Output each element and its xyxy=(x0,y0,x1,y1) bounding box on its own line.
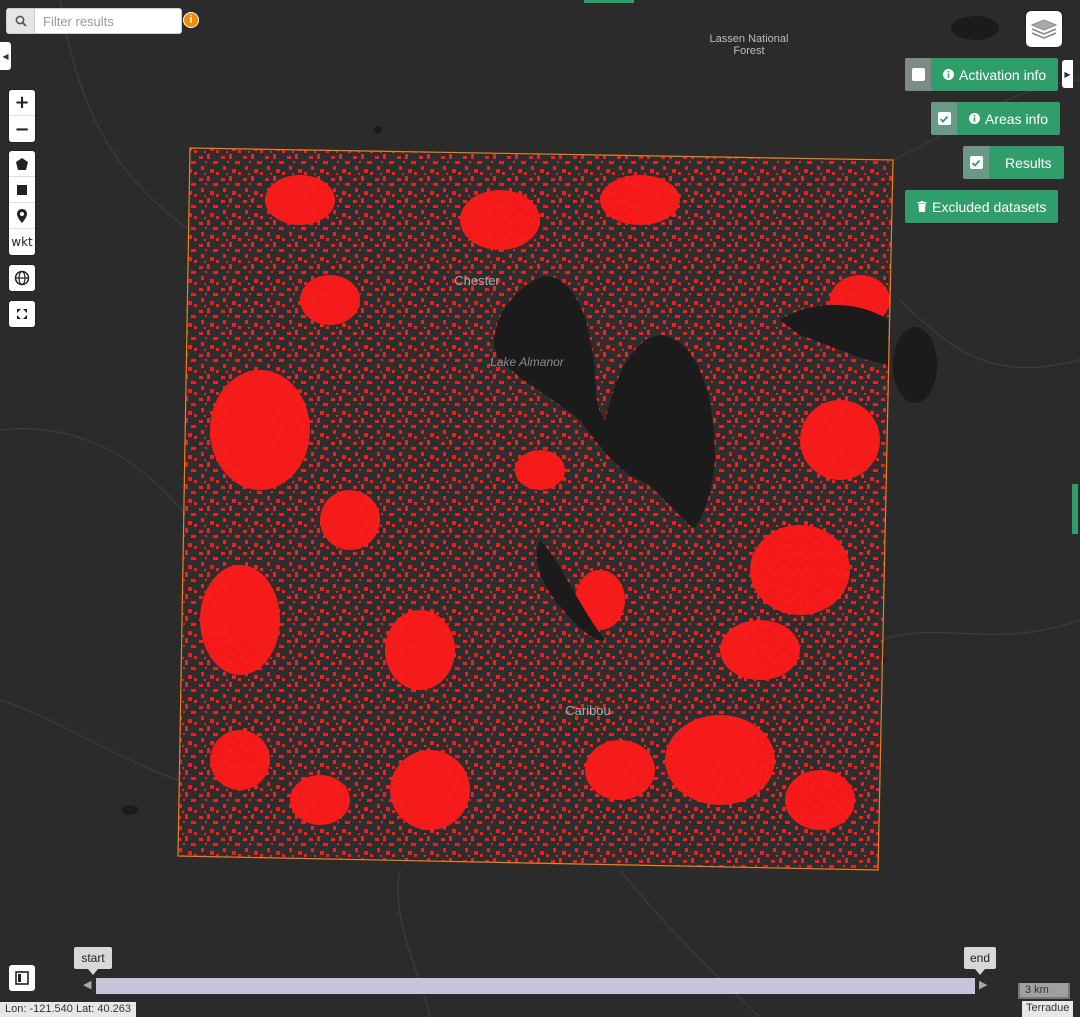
results-button[interactable]: Results xyxy=(963,146,1064,179)
draw-toolbar: wkt xyxy=(9,151,35,255)
search-box xyxy=(6,8,182,34)
excluded-datasets-button[interactable]: Excluded datasets xyxy=(905,190,1059,223)
search-input[interactable] xyxy=(35,9,181,33)
layers-icon[interactable] xyxy=(1026,11,1062,47)
basemap xyxy=(0,0,1080,1017)
zoom-out-button[interactable]: − xyxy=(9,116,35,142)
right-edge-tab[interactable] xyxy=(1072,484,1078,534)
results-label: Results xyxy=(1005,154,1052,171)
wkt-button[interactable]: wkt xyxy=(9,229,35,255)
draw-marker-icon[interactable] xyxy=(9,203,35,229)
top-edge-tab[interactable] xyxy=(584,0,634,3)
fullscreen-control xyxy=(9,301,35,327)
left-panel-toggle[interactable]: ◀ xyxy=(0,42,11,70)
fullscreen-icon[interactable] xyxy=(9,301,35,327)
info-icon[interactable]: i xyxy=(183,12,199,28)
timeline-right-arrow[interactable]: ▶ xyxy=(979,978,987,991)
zoom-control: + − xyxy=(9,90,35,142)
chester-label: Chester xyxy=(454,273,500,288)
globe-control xyxy=(9,265,35,291)
excluded-datasets-label: Excluded datasets xyxy=(932,198,1047,215)
draw-polygon-icon[interactable] xyxy=(9,151,35,177)
activation-info-checkbox[interactable] xyxy=(905,58,931,91)
scale-bar: 3 km xyxy=(1018,983,1070,999)
timeline-end-handle[interactable]: end xyxy=(964,947,996,975)
forest-label: Lassen National Forest xyxy=(709,33,789,57)
info-circle-icon xyxy=(969,111,980,127)
legend-icon[interactable] xyxy=(9,965,35,991)
caribou-label: Caribou xyxy=(565,703,611,718)
timeline-start-handle[interactable]: start xyxy=(74,947,112,975)
globe-icon[interactable] xyxy=(9,265,35,291)
activation-info-button[interactable]: Activation info xyxy=(905,58,1059,91)
right-panel-toggle[interactable]: ▶ xyxy=(1062,60,1073,88)
attribution[interactable]: Terradue xyxy=(1022,1001,1074,1017)
areas-info-label: Areas info xyxy=(985,110,1049,127)
search-icon[interactable] xyxy=(7,9,35,33)
areas-info-checkbox[interactable] xyxy=(931,102,957,135)
zoom-in-button[interactable]: + xyxy=(9,90,35,116)
map-canvas[interactable]: Lassen National Forest Chester Lake Alma… xyxy=(0,0,1080,1017)
areas-info-button[interactable]: Areas info xyxy=(931,102,1061,135)
activation-info-label: Activation info xyxy=(959,66,1047,83)
results-layer xyxy=(178,148,893,870)
mouse-coordinates: Lon: -121.540 Lat: 40.263 xyxy=(0,1002,136,1017)
lake-almanor-label: Lake Almanor xyxy=(490,355,564,369)
info-circle-icon xyxy=(943,67,954,83)
timeline-left-arrow[interactable]: ◀ xyxy=(83,978,91,991)
timeline-bar[interactable] xyxy=(96,978,975,994)
draw-rectangle-icon[interactable] xyxy=(9,177,35,203)
results-checkbox[interactable] xyxy=(963,146,989,179)
trash-icon xyxy=(917,199,927,215)
